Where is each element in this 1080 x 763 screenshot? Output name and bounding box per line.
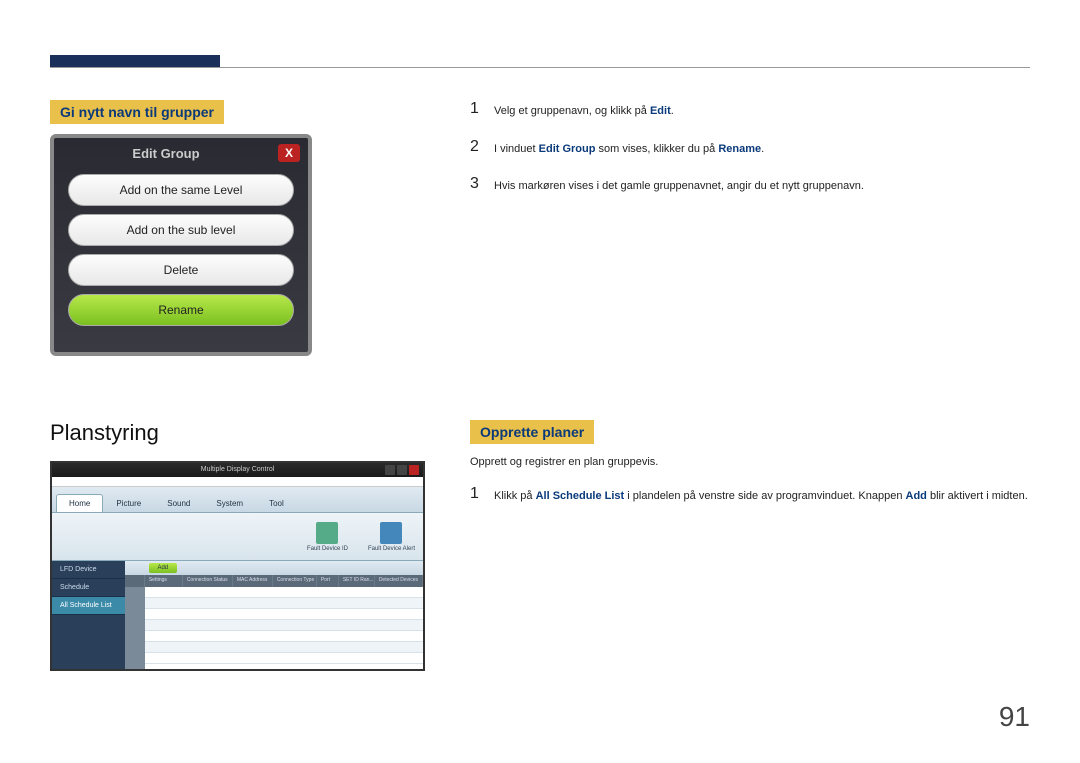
edit-group-dialog: Edit Group X Add on the same Level Add o… xyxy=(50,134,312,356)
close-window-icon[interactable] xyxy=(409,465,419,475)
tab-tool[interactable]: Tool xyxy=(256,494,297,512)
plan-management-heading: Planstyring xyxy=(50,420,430,446)
table-row xyxy=(145,609,423,620)
sidebar-item-lfd[interactable]: LFD Device xyxy=(52,561,125,579)
file-bar xyxy=(52,477,423,487)
create-step-1: 1 Klikk på All Schedule List i plandelen… xyxy=(470,485,1030,505)
maximize-icon[interactable] xyxy=(397,465,407,475)
fault-device-id-icon[interactable] xyxy=(316,522,338,544)
header-divider xyxy=(50,67,1030,68)
table-row xyxy=(145,587,423,598)
add-button[interactable]: Add xyxy=(149,563,177,573)
table-row xyxy=(145,653,423,664)
rename-groups-heading: Gi nytt navn til grupper xyxy=(50,100,224,124)
close-icon[interactable]: X xyxy=(278,144,300,162)
rename-button[interactable]: Rename xyxy=(68,294,294,326)
window-titlebar: Multiple Display Control xyxy=(52,463,423,477)
header-accent-bar xyxy=(50,55,220,67)
table-header: Settings Connection Status MAC Address C… xyxy=(125,575,423,587)
tab-system[interactable]: System xyxy=(203,494,256,512)
tab-sound[interactable]: Sound xyxy=(154,494,203,512)
sidebar-item-schedule[interactable]: Schedule xyxy=(52,579,125,597)
table-row xyxy=(145,620,423,631)
tab-home[interactable]: Home xyxy=(56,494,103,512)
rename-steps: 1 Velg et gruppenavn, og klikk på Edit. … xyxy=(470,100,1030,195)
table-row xyxy=(145,598,423,609)
table-row xyxy=(145,642,423,653)
add-sub-level-button[interactable]: Add on the sub level xyxy=(68,214,294,246)
create-steps: 1 Klikk på All Schedule List i plandelen… xyxy=(470,485,1030,505)
step-3: 3 Hvis markøren vises i det gamle gruppe… xyxy=(470,175,1030,195)
add-same-level-button[interactable]: Add on the same Level xyxy=(68,174,294,206)
sidebar: LFD Device Schedule All Schedule List xyxy=(52,561,125,669)
fault-device-alert-icon[interactable] xyxy=(380,522,402,544)
tab-picture[interactable]: Picture xyxy=(103,494,154,512)
delete-button[interactable]: Delete xyxy=(68,254,294,286)
menu-tabs: Home Picture Sound System Tool xyxy=(52,487,423,513)
dialog-titlebar: Edit Group X xyxy=(54,138,308,168)
step-2: 2 I vinduet Edit Group som vises, klikke… xyxy=(470,138,1030,158)
step-1: 1 Velg et gruppenavn, og klikk på Edit. xyxy=(470,100,1030,120)
sidebar-item-all-schedule[interactable]: All Schedule List xyxy=(52,597,125,615)
table-row xyxy=(145,631,423,642)
create-plans-heading: Opprette planer xyxy=(470,420,594,444)
table-body xyxy=(125,587,423,669)
minimize-icon[interactable] xyxy=(385,465,395,475)
dialog-title: Edit Group xyxy=(54,146,278,161)
schedule-app-screenshot: Multiple Display Control Home Picture So… xyxy=(50,461,425,671)
ribbon: Fault Device ID Fault Device Alert xyxy=(52,513,423,561)
create-plans-intro: Opprett og registrer en plan gruppevis. xyxy=(470,454,1030,471)
page-number: 91 xyxy=(999,701,1030,733)
